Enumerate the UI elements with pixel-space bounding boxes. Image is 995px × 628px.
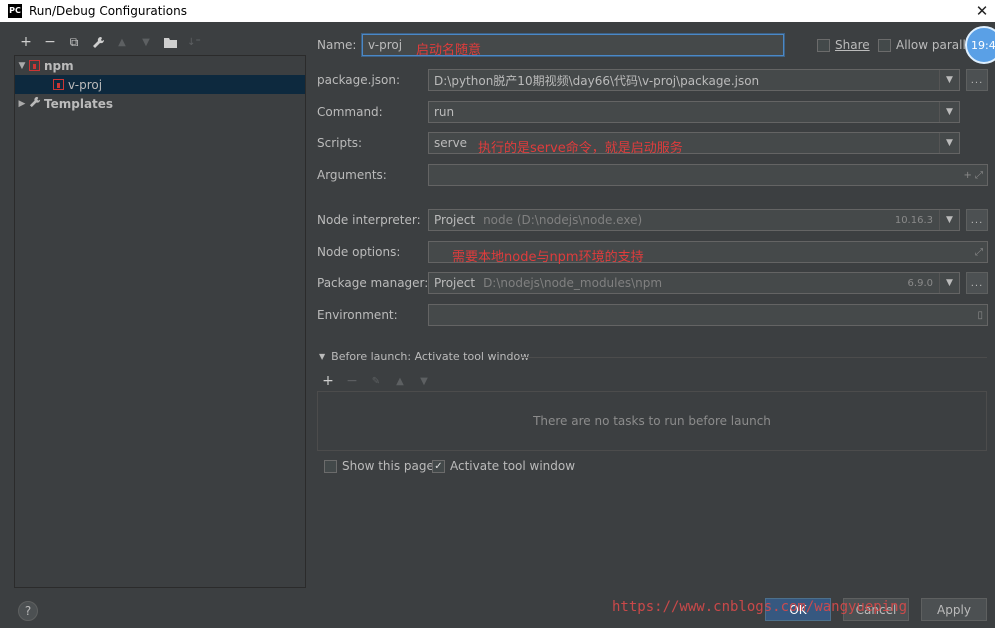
chevron-down-icon[interactable]: ▼ — [939, 133, 959, 153]
arguments-field[interactable]: + ⤢ — [428, 164, 988, 186]
chevron-down-icon[interactable]: ▼ — [939, 70, 959, 90]
remove-config-button[interactable]: − — [38, 32, 62, 52]
config-tree: ▼ npm v-proj ▶ Templates — [14, 55, 306, 588]
browse-npm-button[interactable]: ... — [966, 272, 988, 294]
browse-package-json-button[interactable]: ... — [966, 69, 988, 91]
window-title: Run/Debug Configurations — [29, 4, 187, 18]
expand-icon[interactable]: ⤢ — [975, 247, 983, 258]
allow-parallel-box[interactable] — [878, 38, 891, 52]
package-json-label: package.json: — [317, 73, 401, 87]
add-task-button[interactable]: + — [318, 371, 338, 391]
tree-node-npm[interactable]: ▼ npm — [15, 56, 305, 75]
tree-node-templates[interactable]: ▶ Templates — [15, 94, 305, 113]
scripts-value: serve — [434, 136, 468, 150]
apply-button[interactable]: Apply — [921, 598, 987, 621]
node-version: 10.16.3 — [894, 214, 933, 226]
scripts-annotation: 执行的是serve命令，就是启动服务 — [478, 141, 683, 156]
share-label: Share — [835, 38, 870, 52]
pycharm-app-icon: PC — [8, 4, 22, 18]
show-this-page-checkbox[interactable]: Show this page — [324, 459, 434, 473]
wrench-icon — [29, 96, 41, 111]
wrench-icon[interactable] — [86, 32, 110, 52]
node-options-label: Node options: — [317, 245, 401, 259]
command-value: run — [434, 105, 455, 119]
tree-label-npm: npm — [44, 58, 74, 73]
chevron-down-icon[interactable]: ▼ — [939, 210, 959, 230]
tasks-list: There are no tasks to run before launch — [317, 391, 987, 451]
show-this-page-box[interactable] — [324, 459, 337, 473]
package-json-value: D:\python脱产10期视频\day66\代码\v-proj\package… — [434, 73, 760, 88]
move-down-icon[interactable]: ▼ — [414, 371, 434, 391]
node-interpreter-label: Node interpreter: — [317, 213, 421, 227]
name-annotation: 启动名随意 — [416, 43, 482, 58]
node-interpreter-kind: Project — [434, 213, 476, 227]
sort-icon[interactable]: ↓⁼ — [182, 32, 206, 52]
empty-tasks-text: There are no tasks to run before launch — [533, 414, 771, 428]
npm-icon — [53, 79, 64, 90]
package-json-field[interactable]: D:\python脱产10期视频\day66\代码\v-proj\package… — [428, 69, 960, 91]
chevron-down-icon[interactable]: ▼ — [939, 102, 959, 122]
package-manager-kind: Project — [434, 276, 476, 290]
environment-field[interactable]: ▯ — [428, 304, 988, 326]
add-config-button[interactable]: + — [14, 32, 38, 52]
collapse-arrow-icon[interactable]: ▶ — [15, 99, 29, 109]
before-launch-header[interactable]: ▼ Before launch: Activate tool window — [319, 350, 529, 363]
section-divider — [520, 357, 987, 358]
package-manager-path: D:\nodejs\node_modules\npm — [483, 276, 663, 290]
edit-task-icon[interactable]: ✎ — [366, 371, 386, 391]
name-value: v-proj — [368, 38, 403, 52]
arguments-label: Arguments: — [317, 168, 387, 182]
command-label: Command: — [317, 105, 383, 119]
share-checkbox[interactable]: Share — [817, 38, 870, 52]
share-checkbox-box[interactable] — [817, 38, 830, 52]
help-button[interactable]: ? — [18, 601, 38, 621]
collapse-section-icon[interactable]: ▼ — [319, 352, 325, 361]
title-bar: PC Run/Debug Configurations ✕ — [0, 0, 995, 22]
folder-icon[interactable] — [158, 32, 182, 52]
expand-icon[interactable]: + ⤢ — [963, 170, 983, 181]
move-up-icon[interactable]: ▲ — [110, 32, 134, 52]
tree-label-v-proj: v-proj — [68, 77, 103, 92]
activate-tool-window-label: Activate tool window — [450, 459, 576, 473]
node-options-annotation: 需要本地node与npm环境的支持 — [452, 250, 644, 265]
npm-icon — [29, 60, 40, 71]
close-icon[interactable]: ✕ — [973, 1, 991, 21]
activate-tool-window-checkbox[interactable]: ✓ Activate tool window — [432, 459, 575, 473]
clock-badge: 19:4 — [965, 26, 995, 64]
move-down-icon[interactable]: ▼ — [134, 32, 158, 52]
node-interpreter-select[interactable]: Project node (D:\nodejs\node.exe) 10.16.… — [428, 209, 960, 231]
scripts-label: Scripts: — [317, 136, 363, 150]
show-this-page-label: Show this page — [342, 459, 434, 473]
allow-parallel-checkbox[interactable]: Allow paralle — [878, 38, 973, 52]
environment-label: Environment: — [317, 308, 398, 322]
tree-node-v-proj[interactable]: v-proj — [15, 75, 305, 94]
npm-version: 6.9.0 — [907, 277, 933, 289]
copy-config-icon[interactable]: ⧉ — [62, 32, 86, 52]
tree-label-templates: Templates — [44, 96, 114, 111]
before-launch-title: Before launch: Activate tool window — [331, 350, 530, 363]
config-toolbar: + − ⧉ ▲ ▼ ↓⁼ — [14, 32, 214, 52]
allow-parallel-label: Allow paralle — [896, 38, 974, 52]
name-label: Name: — [317, 38, 357, 52]
expand-arrow-icon[interactable]: ▼ — [15, 61, 29, 71]
command-select[interactable]: run ▼ — [428, 101, 960, 123]
package-manager-select[interactable]: Project D:\nodejs\node_modules\npm 6.9.0… — [428, 272, 960, 294]
watermark-url: https://www.cnblogs.com/wangyueping — [612, 599, 908, 615]
browse-node-button[interactable]: ... — [966, 209, 988, 231]
node-interpreter-path: node (D:\nodejs\node.exe) — [483, 213, 643, 227]
remove-task-button[interactable]: − — [342, 371, 362, 391]
move-up-icon[interactable]: ▲ — [390, 371, 410, 391]
task-toolbar: + − ✎ ▲ ▼ — [318, 371, 434, 391]
chevron-down-icon[interactable]: ▼ — [939, 273, 959, 293]
package-manager-label: Package manager: — [317, 276, 429, 290]
edit-environment-icon[interactable]: ▯ — [977, 310, 983, 321]
check-icon[interactable]: ✓ — [432, 459, 445, 473]
